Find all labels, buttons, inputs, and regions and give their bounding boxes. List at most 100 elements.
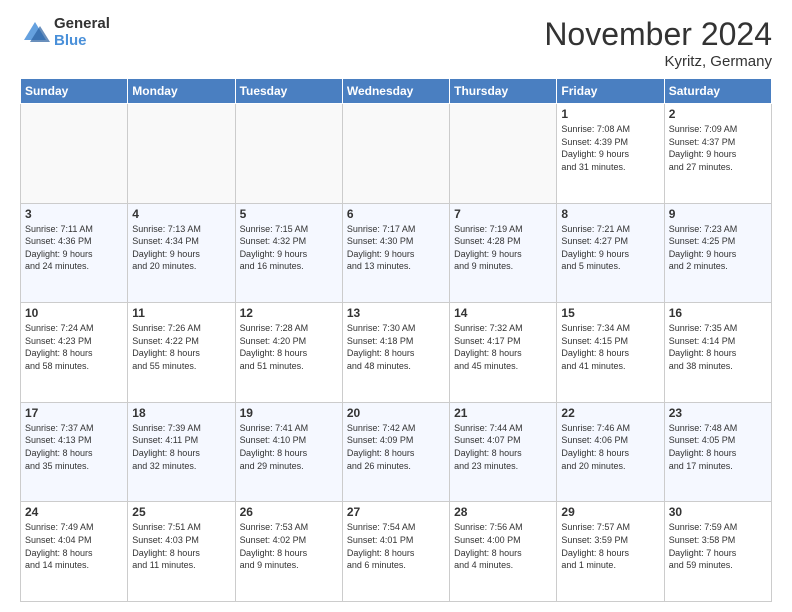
day-info: Sunrise: 7:59 AM Sunset: 3:58 PM Dayligh…	[669, 521, 767, 571]
table-row: 17Sunrise: 7:37 AM Sunset: 4:13 PM Dayli…	[21, 402, 128, 502]
day-number: 22	[561, 406, 659, 420]
day-info: Sunrise: 7:48 AM Sunset: 4:05 PM Dayligh…	[669, 422, 767, 472]
day-number: 23	[669, 406, 767, 420]
day-info: Sunrise: 7:56 AM Sunset: 4:00 PM Dayligh…	[454, 521, 552, 571]
day-number: 28	[454, 505, 552, 519]
day-info: Sunrise: 7:54 AM Sunset: 4:01 PM Dayligh…	[347, 521, 445, 571]
day-info: Sunrise: 7:44 AM Sunset: 4:07 PM Dayligh…	[454, 422, 552, 472]
header-monday: Monday	[128, 79, 235, 104]
table-row: 8 Sunrise: 7:21 AM Sunset: 4:27 PM Daylig…	[557, 203, 664, 303]
table-row: 29 Sunrise: 7:57 AM Sunset: 3:59 PM Dayli…	[557, 502, 664, 602]
header-wednesday: Wednesday	[342, 79, 449, 104]
day-number: 21	[454, 406, 552, 420]
title-block: November 2024 Kyritz, Germany	[544, 16, 772, 70]
day-info: Sunrise: 7:24 AM Sunset: 4:23 PM Dayligh…	[25, 322, 123, 372]
day-info: Sunrise: 7:41 AM Sunset: 4:10 PM Dayligh…	[240, 422, 338, 472]
day-info: Sunrise: 7:30 AM Sunset: 4:18 PM Dayligh…	[347, 322, 445, 372]
day-number: 29	[561, 505, 659, 519]
table-row: 28 Sunrise: 7:56 AM Sunset: 4:00 PM Dayli…	[450, 502, 557, 602]
table-row	[235, 104, 342, 204]
header: General Blue November 2024 Kyritz, Germa…	[20, 16, 772, 70]
day-number: 27	[347, 505, 445, 519]
month-title: November 2024	[544, 16, 772, 53]
day-info: Sunrise: 7:17 AM Sunset: 4:30 PM Dayligh…	[347, 223, 445, 273]
day-info: Sunrise: 7:08 AM Sunset: 4:39 PM Dayligh…	[561, 123, 659, 173]
day-number: 16	[669, 306, 767, 320]
table-row: 27 Sunrise: 7:54 AM Sunset: 4:01 PM Dayli…	[342, 502, 449, 602]
day-number: 15	[561, 306, 659, 320]
day-info: Sunrise: 7:32 AM Sunset: 4:17 PM Dayligh…	[454, 322, 552, 372]
table-row	[21, 104, 128, 204]
week-row-4: 24 Sunrise: 7:49 AM Sunset: 4:04 PM Dayli…	[21, 502, 772, 602]
table-row: 2Sunrise: 7:09 AM Sunset: 4:37 PM Daylig…	[664, 104, 771, 204]
day-info: Sunrise: 7:26 AM Sunset: 4:22 PM Dayligh…	[132, 322, 230, 372]
day-number: 3	[25, 207, 123, 221]
table-row: 30Sunrise: 7:59 AM Sunset: 3:58 PM Dayli…	[664, 502, 771, 602]
table-row	[342, 104, 449, 204]
day-info: Sunrise: 7:35 AM Sunset: 4:14 PM Dayligh…	[669, 322, 767, 372]
week-row-1: 3Sunrise: 7:11 AM Sunset: 4:36 PM Daylig…	[21, 203, 772, 303]
week-row-2: 10 Sunrise: 7:24 AM Sunset: 4:23 PM Dayli…	[21, 303, 772, 403]
header-friday: Friday	[557, 79, 664, 104]
table-row: 7 Sunrise: 7:19 AM Sunset: 4:28 PM Daylig…	[450, 203, 557, 303]
day-info: Sunrise: 7:39 AM Sunset: 4:11 PM Dayligh…	[132, 422, 230, 472]
day-number: 1	[561, 107, 659, 121]
table-row: 15 Sunrise: 7:34 AM Sunset: 4:15 PM Dayli…	[557, 303, 664, 403]
table-row: 26 Sunrise: 7:53 AM Sunset: 4:02 PM Dayli…	[235, 502, 342, 602]
logo-blue-text: Blue	[54, 33, 110, 50]
day-info: Sunrise: 7:53 AM Sunset: 4:02 PM Dayligh…	[240, 521, 338, 571]
day-number: 8	[561, 207, 659, 221]
logo-general-text: General	[54, 16, 110, 33]
table-row: 13Sunrise: 7:30 AM Sunset: 4:18 PM Dayli…	[342, 303, 449, 403]
table-row: 12Sunrise: 7:28 AM Sunset: 4:20 PM Dayli…	[235, 303, 342, 403]
day-number: 9	[669, 207, 767, 221]
table-row: 11 Sunrise: 7:26 AM Sunset: 4:22 PM Dayli…	[128, 303, 235, 403]
day-number: 26	[240, 505, 338, 519]
day-info: Sunrise: 7:21 AM Sunset: 4:27 PM Dayligh…	[561, 223, 659, 273]
day-info: Sunrise: 7:15 AM Sunset: 4:32 PM Dayligh…	[240, 223, 338, 273]
logo: General Blue	[20, 16, 110, 49]
table-row: 16 Sunrise: 7:35 AM Sunset: 4:14 PM Dayli…	[664, 303, 771, 403]
table-row: 4 Sunrise: 7:13 AM Sunset: 4:34 PM Daylig…	[128, 203, 235, 303]
day-number: 7	[454, 207, 552, 221]
day-number: 6	[347, 207, 445, 221]
day-number: 18	[132, 406, 230, 420]
day-number: 5	[240, 207, 338, 221]
header-thursday: Thursday	[450, 79, 557, 104]
day-info: Sunrise: 7:23 AM Sunset: 4:25 PM Dayligh…	[669, 223, 767, 273]
day-info: Sunrise: 7:37 AM Sunset: 4:13 PM Dayligh…	[25, 422, 123, 472]
table-row: 25 Sunrise: 7:51 AM Sunset: 4:03 PM Dayli…	[128, 502, 235, 602]
day-number: 10	[25, 306, 123, 320]
day-info: Sunrise: 7:19 AM Sunset: 4:28 PM Dayligh…	[454, 223, 552, 273]
day-info: Sunrise: 7:49 AM Sunset: 4:04 PM Dayligh…	[25, 521, 123, 571]
table-row: 23 Sunrise: 7:48 AM Sunset: 4:05 PM Dayli…	[664, 402, 771, 502]
header-saturday: Saturday	[664, 79, 771, 104]
day-info: Sunrise: 7:28 AM Sunset: 4:20 PM Dayligh…	[240, 322, 338, 372]
table-row: 20 Sunrise: 7:42 AM Sunset: 4:09 PM Dayli…	[342, 402, 449, 502]
table-row: 10 Sunrise: 7:24 AM Sunset: 4:23 PM Dayli…	[21, 303, 128, 403]
day-number: 4	[132, 207, 230, 221]
logo-text: General Blue	[54, 16, 110, 49]
location: Kyritz, Germany	[544, 53, 772, 70]
calendar-page: General Blue November 2024 Kyritz, Germa…	[0, 0, 792, 612]
table-row	[450, 104, 557, 204]
day-info: Sunrise: 7:09 AM Sunset: 4:37 PM Dayligh…	[669, 123, 767, 173]
day-number: 25	[132, 505, 230, 519]
calendar-table: Sunday Monday Tuesday Wednesday Thursday…	[20, 78, 772, 602]
day-info: Sunrise: 7:34 AM Sunset: 4:15 PM Dayligh…	[561, 322, 659, 372]
table-row: 14 Sunrise: 7:32 AM Sunset: 4:17 PM Dayli…	[450, 303, 557, 403]
day-number: 14	[454, 306, 552, 320]
day-number: 24	[25, 505, 123, 519]
table-row: 5 Sunrise: 7:15 AM Sunset: 4:32 PM Daylig…	[235, 203, 342, 303]
day-info: Sunrise: 7:13 AM Sunset: 4:34 PM Dayligh…	[132, 223, 230, 273]
logo-icon	[20, 18, 50, 48]
table-row	[128, 104, 235, 204]
day-info: Sunrise: 7:57 AM Sunset: 3:59 PM Dayligh…	[561, 521, 659, 571]
day-info: Sunrise: 7:42 AM Sunset: 4:09 PM Dayligh…	[347, 422, 445, 472]
table-row: 22Sunrise: 7:46 AM Sunset: 4:06 PM Dayli…	[557, 402, 664, 502]
day-number: 20	[347, 406, 445, 420]
table-row: 6 Sunrise: 7:17 AM Sunset: 4:30 PM Daylig…	[342, 203, 449, 303]
header-sunday: Sunday	[21, 79, 128, 104]
day-info: Sunrise: 7:51 AM Sunset: 4:03 PM Dayligh…	[132, 521, 230, 571]
day-number: 11	[132, 306, 230, 320]
